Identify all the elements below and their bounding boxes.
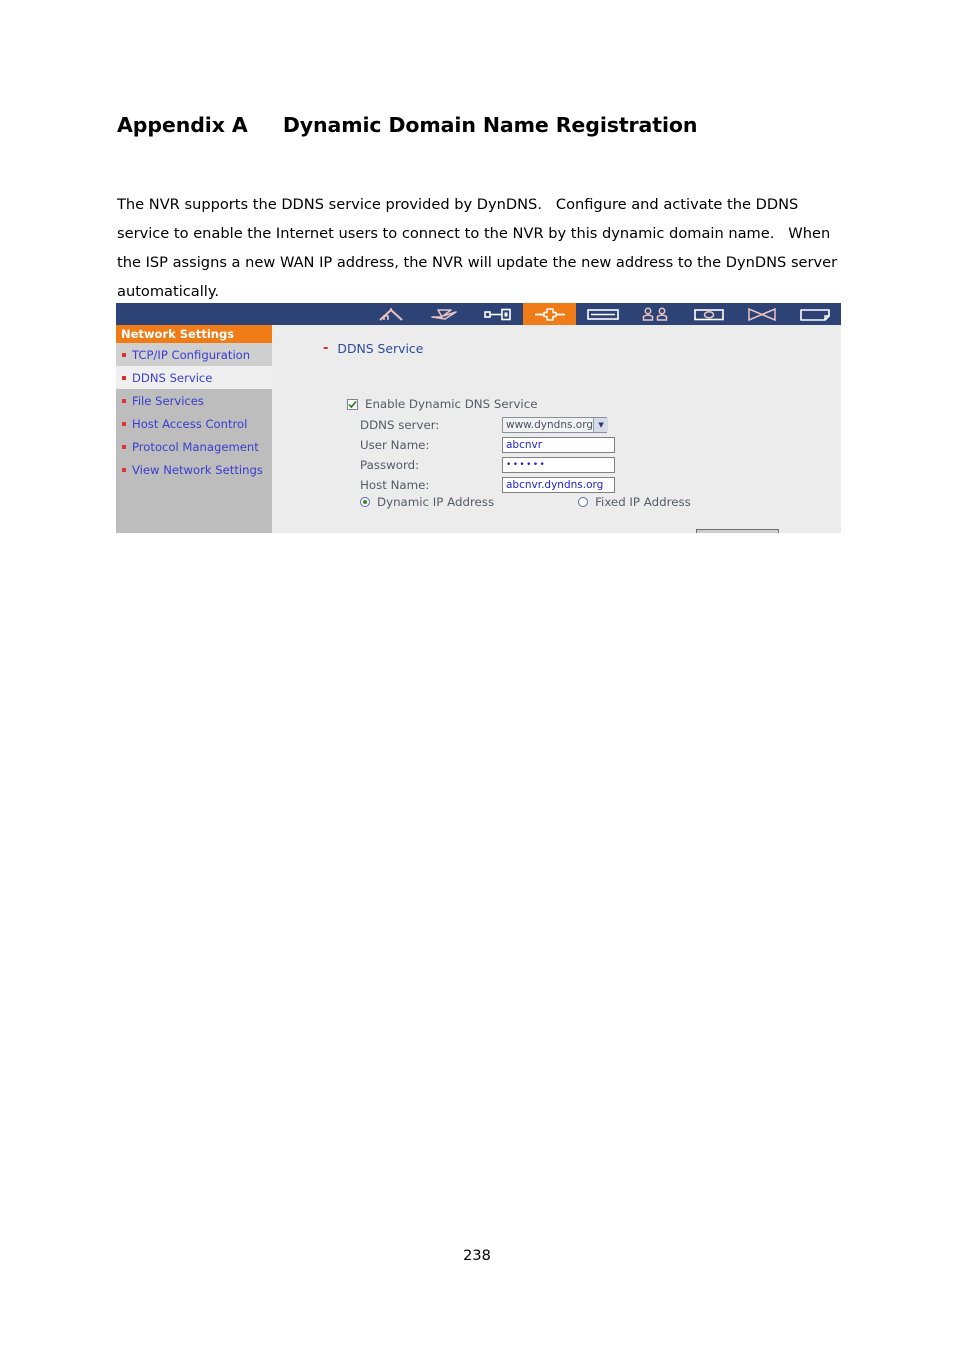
sidebar-item-file-services[interactable]: File Services xyxy=(116,389,272,412)
radio-button-icon[interactable] xyxy=(578,497,589,507)
page-title: Appendix A Dynamic Domain Name Registrat… xyxy=(117,113,698,137)
sidebar-item-ddns-service[interactable]: DDNS Service xyxy=(116,366,272,389)
enable-ddns-row[interactable]: Enable Dynamic DNS Service xyxy=(347,397,537,411)
bullet-icon xyxy=(122,467,126,472)
chevron-down-icon[interactable]: ▼ xyxy=(593,418,609,432)
device-configuration-icon[interactable] xyxy=(576,303,629,325)
network-settings-icon[interactable] xyxy=(523,303,576,325)
sidebar: Network Settings TCP/IP Configuration DD… xyxy=(116,325,272,533)
apply-button-label: Apply xyxy=(732,533,764,534)
password-label: Password: xyxy=(360,458,420,472)
nvr-web-ui-screenshot: Network Settings TCP/IP Configuration DD… xyxy=(116,303,841,533)
password-input[interactable]: •••••• xyxy=(502,457,615,473)
recording-settings-icon[interactable] xyxy=(735,303,788,325)
field-row-host-name: Host Name: abcnvr.dyndns.org xyxy=(360,475,820,495)
bullet-icon xyxy=(122,375,126,380)
bullet-icon xyxy=(122,398,126,403)
radio-dynamic-ip-label: Dynamic IP Address xyxy=(377,495,495,509)
collapse-toggle-icon[interactable]: - xyxy=(323,342,328,355)
sidebar-item-view-network-settings[interactable]: View Network Settings xyxy=(116,458,272,481)
sidebar-item-label: Host Access Control xyxy=(132,416,248,431)
enable-ddns-label: Enable Dynamic DNS Service xyxy=(365,397,538,411)
section-header-ddns-service[interactable]: - DDNS Service xyxy=(323,341,423,356)
ip-mode-radio-group: Dynamic IP Address Fixed IP Address xyxy=(360,495,691,509)
user-management-icon[interactable] xyxy=(629,303,682,325)
bullet-icon xyxy=(122,444,126,449)
ddns-server-label: DDNS server: xyxy=(360,418,440,432)
app-toolbar xyxy=(116,303,841,325)
apply-button[interactable]: Apply xyxy=(696,529,779,533)
user-name-label: User Name: xyxy=(360,438,430,452)
intro-paragraph: The NVR supports the DDNS service provid… xyxy=(117,196,842,300)
radio-fixed-ip-label: Fixed IP Address xyxy=(595,495,691,509)
enable-ddns-checkbox[interactable] xyxy=(347,398,358,410)
page-number: 238 xyxy=(463,1248,491,1264)
quick-configuration-icon[interactable] xyxy=(417,303,470,325)
bullet-icon xyxy=(122,352,126,357)
sidebar-item-protocol-management[interactable]: Protocol Management xyxy=(116,435,272,458)
sidebar-item-label: View Network Settings xyxy=(132,462,263,477)
radio-button-icon[interactable] xyxy=(360,497,370,507)
content-pane: - DDNS Service Enable Dynamic DNS Servic… xyxy=(272,325,841,533)
ddns-server-select[interactable]: www.dyndns.org ▼ xyxy=(502,417,609,433)
sidebar-item-label: Protocol Management xyxy=(132,439,259,454)
radio-dynamic-ip-address[interactable]: Dynamic IP Address xyxy=(360,495,494,509)
sidebar-title: Network Settings xyxy=(116,325,272,343)
sidebar-item-tcp-ip-configuration[interactable]: TCP/IP Configuration xyxy=(116,343,272,366)
document-page: Appendix A Dynamic Domain Name Registrat… xyxy=(0,0,954,1351)
bullet-icon xyxy=(122,421,126,426)
sidebar-item-label: TCP/IP Configuration xyxy=(132,347,251,362)
system-settings-icon[interactable] xyxy=(470,303,523,325)
radio-fixed-ip-address[interactable]: Fixed IP Address xyxy=(578,495,691,509)
host-name-label: Host Name: xyxy=(360,478,430,492)
ddns-server-value: www.dyndns.org xyxy=(506,419,594,431)
host-name-input[interactable]: abcnvr.dyndns.org xyxy=(502,477,615,493)
sidebar-item-label: File Services xyxy=(132,393,204,408)
field-row-user-name: User Name: abcnvr xyxy=(360,435,820,455)
sidebar-item-host-access-control[interactable]: Host Access Control xyxy=(116,412,272,435)
field-row-password: Password: •••••• xyxy=(360,455,820,475)
user-name-input[interactable]: abcnvr xyxy=(502,437,615,453)
field-row-ddns-server: DDNS server: www.dyndns.org ▼ xyxy=(360,415,820,435)
camera-settings-icon[interactable] xyxy=(682,303,735,325)
section-title: DDNS Service xyxy=(337,341,424,356)
logs-statistics-icon[interactable] xyxy=(788,303,841,325)
home-icon[interactable] xyxy=(364,303,417,325)
sidebar-item-label: DDNS Service xyxy=(132,370,213,385)
ddns-form: DDNS server: www.dyndns.org ▼ User Name:… xyxy=(360,415,820,495)
